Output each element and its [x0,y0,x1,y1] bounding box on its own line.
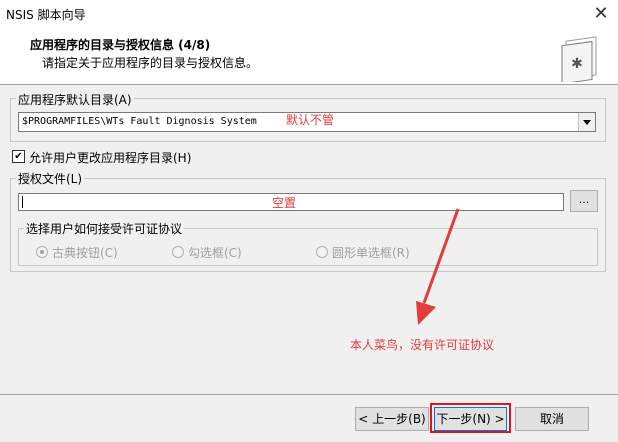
allow-change-label[interactable]: 允许用户更改应用程序目录(H) [29,149,191,166]
page-subtitle: 请指定关于应用程序的目录与授权信息。 [42,56,259,70]
back-button[interactable]: < 上一步(B) [355,407,429,431]
license-legend: 授权文件(L) [16,170,85,187]
book-icon: ✱ [561,36,597,82]
title-bar: NSIS 脚本向导 ✕ [0,0,618,28]
radio-round-label[interactable]: 圆形单选框(R) [332,244,410,261]
bottom-divider [0,394,618,395]
page-title: 应用程序的目录与授权信息 (4/8) [30,38,211,52]
wizard-window: NSIS 脚本向导 ✕ 应用程序的目录与授权信息 (4/8) 请指定关于应用程序… [0,0,618,442]
annotation-note: 本人菜鸟，没有许可证协议 [350,338,495,352]
next-button[interactable]: 下一步(N) > [434,407,507,431]
radio-round[interactable] [316,246,328,258]
text-caret [22,196,23,208]
browse-button[interactable]: ... [570,190,598,212]
annotation-default: 默认不管 [286,113,335,127]
window-title: NSIS 脚本向导 [6,8,86,22]
close-icon[interactable]: ✕ [584,0,618,28]
svg-text:✱: ✱ [571,56,583,72]
chevron-down-icon [583,120,591,125]
radio-classic-label[interactable]: 古典按钮(C) [52,244,118,261]
default-dir-value: $PROGRAMFILES\WTs Fault Dignosis System [22,116,257,127]
combo-dropdown-button[interactable] [578,113,595,131]
cancel-button[interactable]: 取消 [515,407,589,431]
radio-checkbox-label[interactable]: 勾选框(C) [188,244,242,261]
accept-legend: 选择用户如何接受许可证协议 [24,220,185,237]
radio-selected-dot [40,250,44,254]
radio-checkbox[interactable] [172,246,184,258]
radio-classic[interactable] [36,246,48,258]
annotation-license: 空置 [272,196,297,210]
allow-change-checkbox[interactable]: ✔ [12,150,25,163]
annotation-arrow [416,208,460,325]
default-dir-legend: 应用程序默认目录(A) [16,91,134,108]
